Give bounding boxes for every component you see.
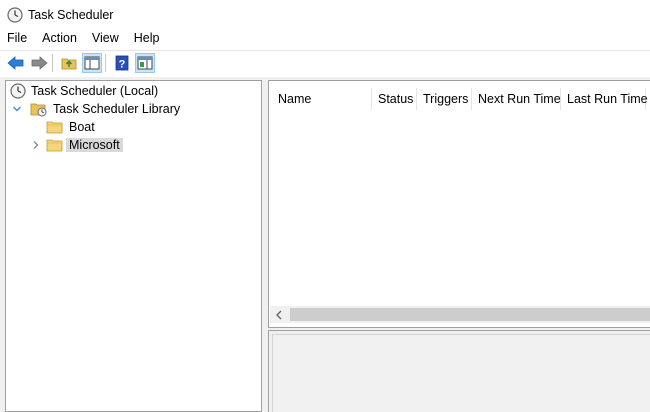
forward-arrow-icon [31, 56, 48, 70]
task-details-pane [268, 330, 650, 412]
column-header-next-run-time[interactable]: Next Run Time [472, 88, 561, 110]
tree-item-label: Task Scheduler (Local) [31, 84, 159, 98]
task-list-pane: Name Status Triggers Next Run Time Last … [268, 80, 650, 328]
show-hide-action-pane-button[interactable] [135, 53, 155, 73]
svg-text:?: ? [119, 59, 126, 71]
column-header-triggers[interactable]: Triggers [417, 88, 472, 110]
help-icon: ? [115, 55, 129, 71]
tree-item-root[interactable]: Task Scheduler (Local) [10, 82, 158, 100]
tree-item-boat[interactable]: Boat [46, 118, 95, 136]
clock-icon [7, 7, 23, 23]
forward-button[interactable] [29, 53, 49, 73]
help-button[interactable]: ? [112, 53, 132, 73]
task-list-header: Name Status Triggers Next Run Time Last … [272, 88, 648, 110]
console-tree: Task Scheduler (Local) Task Scheduler Li… [5, 80, 262, 412]
menu-action[interactable]: Action [35, 31, 84, 45]
show-hide-action-pane-icon [137, 56, 153, 70]
column-header-last-run-time[interactable]: Last Run Time [561, 88, 648, 110]
show-hide-console-tree-icon [84, 56, 100, 70]
show-hide-console-tree-button[interactable] [82, 53, 102, 73]
window-title: Task Scheduler [28, 8, 114, 22]
title-bar[interactable]: Task Scheduler [0, 0, 650, 30]
chevron-down-icon[interactable] [12, 104, 22, 114]
menu-file[interactable]: File [7, 31, 34, 45]
back-button[interactable] [6, 53, 26, 73]
pane-splitter[interactable] [262, 80, 267, 412]
folder-icon [46, 139, 63, 152]
tree-item-label: Task Scheduler Library [53, 102, 181, 116]
toolbar: ? [0, 50, 650, 75]
column-header-status[interactable]: Status [372, 88, 417, 110]
scrollbar-thumb[interactable] [290, 308, 650, 321]
back-arrow-icon [7, 56, 24, 70]
chevron-right-icon[interactable] [31, 140, 41, 150]
tree-item-library[interactable]: Task Scheduler Library [12, 100, 180, 118]
toolbar-separator [52, 54, 53, 72]
toolbar-separator [105, 54, 106, 72]
folder-clock-icon [30, 103, 47, 117]
menu-view[interactable]: View [85, 31, 126, 45]
column-header-name[interactable]: Name [272, 88, 372, 110]
clock-icon [10, 83, 26, 99]
task-scheduler-window: Task Scheduler File Action View Help ? T… [0, 0, 650, 412]
folder-icon [46, 121, 63, 134]
folder-up-icon [61, 58, 77, 70]
scroll-left-icon[interactable] [270, 306, 287, 323]
tree-item-label: Microsoft [66, 138, 123, 152]
up-one-level-button[interactable] [59, 53, 79, 73]
details-pane-content [272, 334, 650, 412]
tree-item-label: Boat [69, 120, 95, 134]
tree-item-microsoft[interactable]: Microsoft [31, 136, 123, 154]
menu-help[interactable]: Help [127, 31, 167, 45]
menu-bar: File Action View Help [0, 28, 650, 48]
main-area: Task Scheduler (Local) Task Scheduler Li… [0, 77, 650, 412]
horizontal-scrollbar[interactable] [270, 306, 650, 323]
